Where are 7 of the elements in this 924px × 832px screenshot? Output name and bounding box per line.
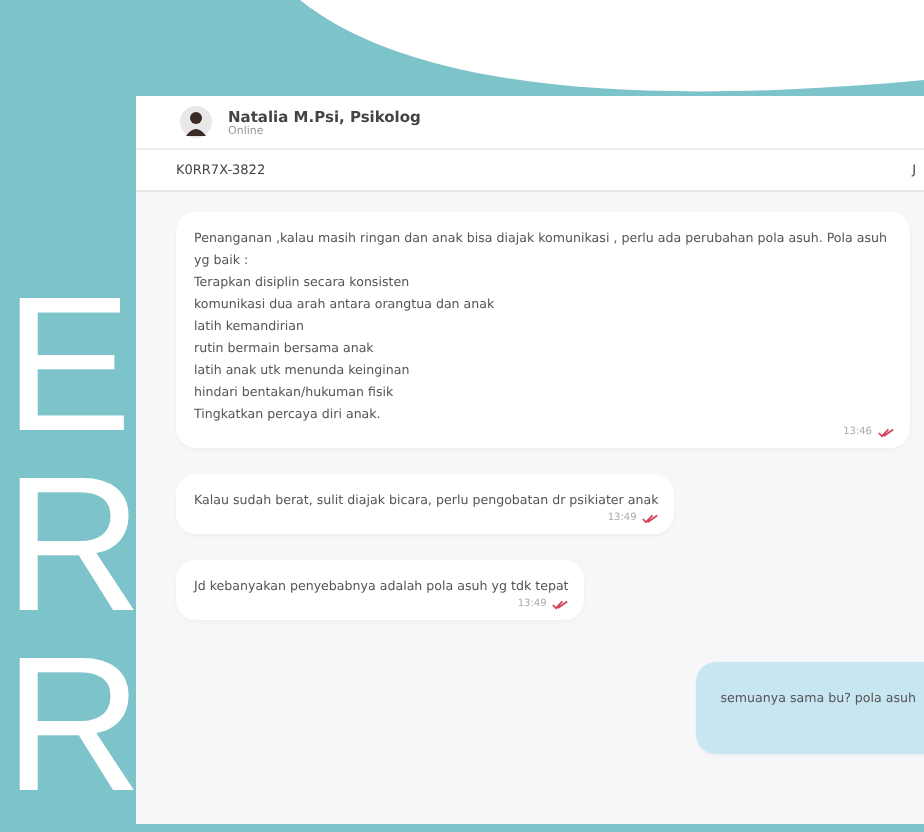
background-letters: R	[4, 456, 143, 636]
double-check-icon	[552, 599, 569, 609]
double-check-icon	[878, 427, 894, 437]
background-letters: R	[4, 636, 143, 816]
background-letters: E	[4, 276, 133, 456]
avatar-icon	[180, 106, 212, 138]
double-check-icon	[642, 513, 659, 523]
